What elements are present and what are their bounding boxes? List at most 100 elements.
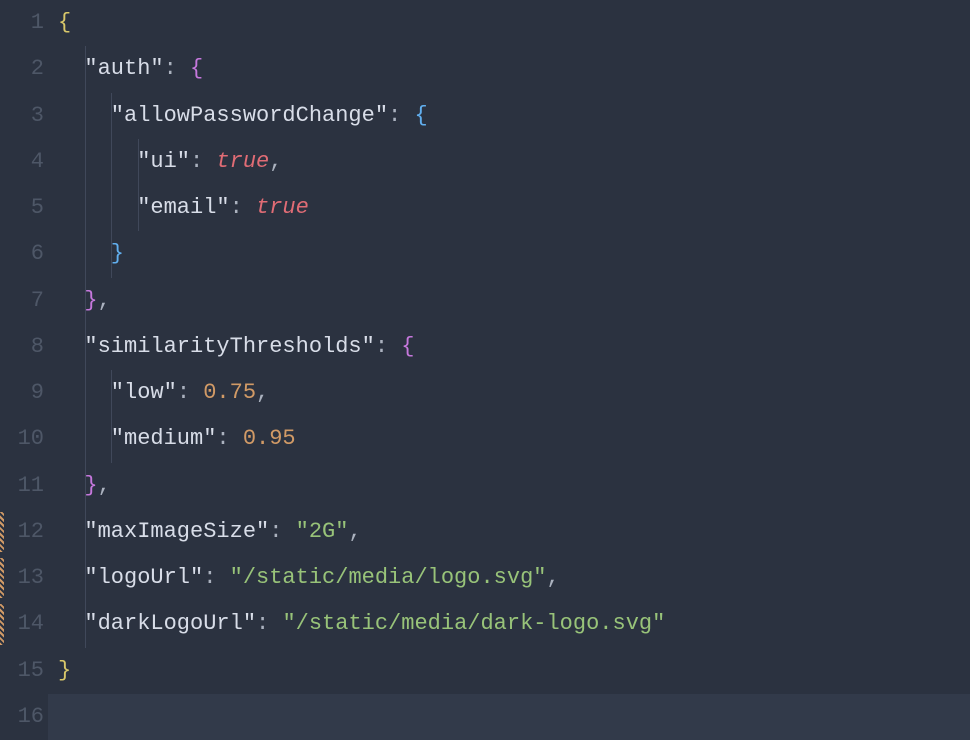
code-line[interactable]: "allowPasswordChange": { [48,93,970,139]
indent-guide-icon [85,370,86,416]
token-punc: : [164,58,177,80]
code-line[interactable]: "auth": { [48,46,970,92]
code-line[interactable]: }, [48,278,970,324]
token-brace-y: } [58,660,71,682]
token-punc: : [388,105,401,127]
token-key: "logoUrl" [84,567,203,589]
token-bool: true [256,197,309,219]
token-brace-b: } [111,243,124,265]
indent-guide-icon [85,231,86,277]
indent-guide-icon [85,463,86,509]
code-line[interactable]: }, [48,463,970,509]
token-space [282,521,295,543]
line-number: 4 [0,139,44,185]
line-number: 7 [0,278,44,324]
token-space [243,197,256,219]
token-space [230,428,243,450]
line-number: 3 [0,93,44,139]
code-line[interactable]: "email": true [48,185,970,231]
line-number: 6 [0,231,44,277]
token-str: "/static/media/dark-logo.svg" [282,613,665,635]
token-punc: : [177,382,190,404]
token-punc: : [190,151,203,173]
token-brace-m: { [401,336,414,358]
token-brace-y: { [58,12,71,34]
token-space [269,613,282,635]
line-number: 12 [0,509,44,555]
code-editor[interactable]: 12345678910111213141516 {"auth": {"allow… [0,0,970,740]
indent-guide-icon [111,231,112,277]
token-space [177,58,190,80]
code-line[interactable]: "maxImageSize": "2G", [48,509,970,555]
token-num: 0.95 [243,428,296,450]
code-line[interactable]: "logoUrl": "/static/media/logo.svg", [48,555,970,601]
indent-guide-icon [85,139,86,185]
token-str: "/static/media/logo.svg" [230,567,547,589]
token-brace-m: } [84,290,97,312]
code-line[interactable]: } [48,231,970,277]
indent-guide-icon [85,46,86,92]
indent-guide-icon [85,93,86,139]
token-space [190,382,203,404]
indent-guide-icon [111,93,112,139]
line-number: 8 [0,324,44,370]
token-key: "low" [111,382,177,404]
line-number: 9 [0,370,44,416]
token-space [401,105,414,127]
line-number: 10 [0,416,44,462]
token-brace-m: } [84,475,97,497]
code-line[interactable]: "low": 0.75, [48,370,970,416]
indent-guide-icon [85,555,86,601]
token-key: "medium" [111,428,217,450]
token-num: 0.75 [203,382,256,404]
token-comma: , [98,290,111,312]
token-punc: : [269,521,282,543]
line-number: 15 [0,648,44,694]
line-number: 13 [0,555,44,601]
token-str: "2G" [296,521,349,543]
line-number-gutter: 12345678910111213141516 [0,0,48,740]
indent-guide-icon [85,509,86,555]
token-bool: true [216,151,269,173]
code-line[interactable] [48,694,970,740]
indent-guide-icon [111,139,112,185]
token-comma: , [269,151,282,173]
token-comma: , [98,475,111,497]
token-key: "ui" [137,151,190,173]
token-key: "email" [137,197,229,219]
indent-guide-icon [85,601,86,647]
code-line[interactable]: "medium": 0.95 [48,416,970,462]
indent-guide-icon [111,370,112,416]
code-line[interactable]: } [48,648,970,694]
token-comma: , [256,382,269,404]
modified-marker-icon [0,558,4,598]
code-line[interactable]: "ui": true, [48,139,970,185]
indent-guide-icon [138,185,139,231]
line-number: 16 [0,694,44,740]
line-number: 11 [0,463,44,509]
token-key: "darkLogoUrl" [84,613,256,635]
token-key: "auth" [84,58,163,80]
token-brace-b: { [414,105,427,127]
indent-guide-icon [138,139,139,185]
code-area[interactable]: {"auth": {"allowPasswordChange": {"ui": … [48,0,970,740]
token-comma: , [348,521,361,543]
line-number: 2 [0,46,44,92]
indent-guide-icon [85,278,86,324]
modified-marker-icon [0,512,4,552]
code-line[interactable]: "darkLogoUrl": "/static/media/dark-logo.… [48,601,970,647]
indent-guide-icon [111,416,112,462]
token-punc: : [230,197,243,219]
token-key: "allowPasswordChange" [111,105,388,127]
modified-marker-icon [0,604,4,644]
token-punc: : [216,428,229,450]
indent-guide-icon [85,416,86,462]
code-line[interactable]: { [48,0,970,46]
token-brace-m: { [190,58,203,80]
token-space [216,567,229,589]
code-line[interactable]: "similarityThresholds": { [48,324,970,370]
line-number: 14 [0,601,44,647]
indent-guide-icon [85,324,86,370]
token-key: "similarityThresholds" [84,336,374,358]
token-key: "maxImageSize" [84,521,269,543]
